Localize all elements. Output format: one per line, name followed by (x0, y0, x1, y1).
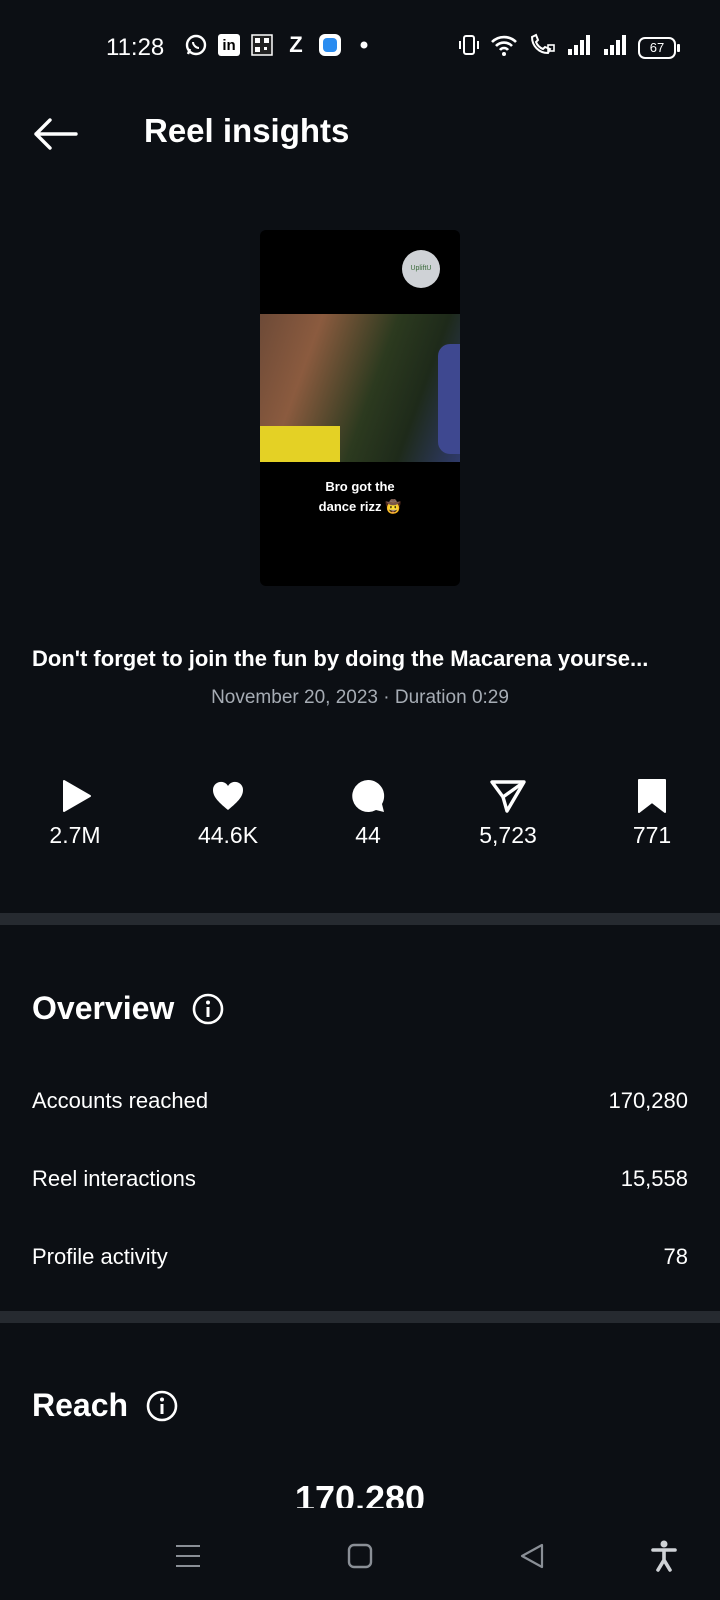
back-button[interactable] (30, 114, 80, 154)
reach-value-container: 170,280 (0, 1478, 720, 1508)
accessibility-button[interactable] (644, 1536, 684, 1576)
system-icons: 67 (458, 33, 680, 63)
battery-icon: 67 (638, 37, 680, 59)
share-icon (448, 776, 568, 816)
heart-icon (168, 776, 288, 816)
thumbnail-caption-line: Bro got the (325, 479, 395, 494)
dot-icon (352, 33, 376, 57)
notification-icons: in Z (184, 32, 376, 57)
signal-icon-2 (602, 33, 628, 63)
page-title: Reel insights (144, 112, 350, 149)
stat-shares: 5,723 (448, 776, 568, 849)
stat-comments: 44 (308, 776, 428, 849)
menu-icon (176, 1545, 200, 1567)
arrow-left-icon (34, 118, 78, 150)
reach-section-title: Reach (32, 1387, 178, 1424)
bookmark-icon (592, 776, 712, 816)
status-time: 11:28 (106, 34, 165, 61)
section-divider (0, 1311, 720, 1323)
overview-row-label: Accounts reached (32, 1088, 209, 1113)
z-app-icon: Z (289, 32, 303, 57)
stat-value: 44.6K (197, 822, 259, 848)
section-divider (0, 913, 720, 925)
play-icon (15, 776, 135, 816)
info-icon[interactable] (146, 1390, 178, 1422)
overview-row-label: Profile activity (32, 1244, 168, 1269)
overview-section-title: Overview (32, 990, 224, 1027)
info-icon[interactable] (192, 993, 224, 1025)
blue-app-icon (318, 33, 342, 57)
qr-app-icon (250, 33, 274, 57)
stat-saves: 771 (592, 776, 712, 849)
overview-row[interactable]: Reel interactions 15,558 (32, 1166, 688, 1192)
square-icon (347, 1543, 373, 1569)
overview-title: Overview (32, 990, 175, 1026)
reach-value: 170,280 (294, 1478, 426, 1508)
comment-icon (308, 776, 428, 816)
reel-caption: Don't forget to join the fun by doing th… (32, 646, 649, 671)
overview-row-label: Reel interactions (32, 1166, 196, 1191)
wifi-icon (490, 33, 518, 63)
overview-row-value: 170,280 (608, 1088, 688, 1113)
overview-row[interactable]: Accounts reached 170,280 (32, 1088, 688, 1114)
stat-value: 5,723 (479, 822, 537, 848)
app-header: Reel insights (0, 92, 720, 176)
system-nav-bar (0, 1508, 720, 1600)
wifi-calling-icon (528, 33, 556, 63)
status-bar: 11:28 in Z 67 (0, 0, 720, 92)
stat-likes: 44.6K (168, 776, 288, 849)
reel-thumbnail[interactable]: UpliftU Bro got the dance rizz 🤠 (260, 230, 460, 586)
stat-value: 2.7M (49, 822, 101, 848)
signal-icon-1 (566, 33, 592, 63)
video-frame (260, 314, 460, 462)
overview-row[interactable]: Profile activity 78 (32, 1244, 688, 1270)
whatsapp-icon (184, 33, 208, 57)
stat-value: 44 (355, 822, 381, 848)
overview-row-value: 78 (663, 1244, 688, 1269)
thumbnail-caption: Bro got the dance rizz 🤠 (260, 477, 460, 517)
stat-plays: 2.7M (15, 776, 135, 849)
triangle-back-icon (520, 1543, 544, 1569)
reel-meta: November 20, 2023 · Duration 0:29 (211, 687, 509, 708)
reach-title: Reach (32, 1387, 129, 1423)
vibrate-icon (458, 33, 480, 63)
overview-row-value: 15,558 (620, 1166, 688, 1191)
stat-value: 771 (632, 822, 672, 848)
accessibility-icon (651, 1540, 677, 1572)
reel-stats: 2.7M 44.6K 44 5,723 771 (0, 776, 720, 866)
channel-logo: UpliftU (402, 250, 440, 288)
thumbnail-caption-line: dance rizz 🤠 (318, 499, 402, 514)
back-nav-button[interactable] (512, 1536, 552, 1576)
home-button[interactable] (340, 1536, 380, 1576)
linkedin-icon: in (218, 34, 240, 56)
recent-apps-button[interactable] (168, 1536, 208, 1576)
